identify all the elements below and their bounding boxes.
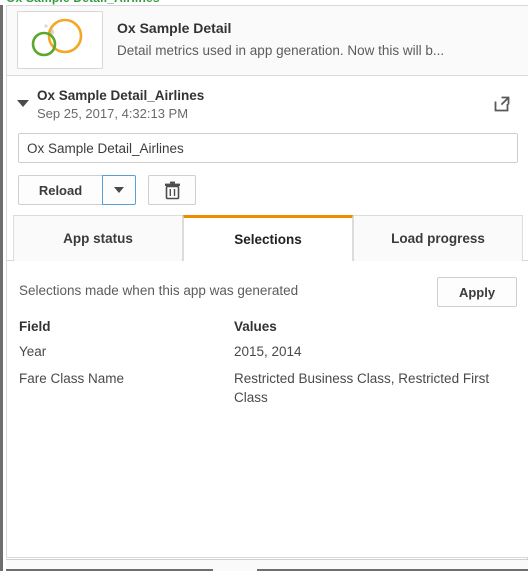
app-thumbnail	[17, 11, 103, 69]
task-timestamp: Sep 25, 2017, 4:32:13 PM	[37, 106, 189, 121]
task-meta: Ox Sample Detail_Airlines Sep 25, 2017, …	[37, 87, 489, 123]
app-meta: Ox Sample Detail Detail metrics used in …	[117, 19, 517, 61]
tab-selections-label: Selections	[234, 232, 302, 247]
row-field: Year	[19, 344, 47, 359]
app-name-field-wrap	[7, 129, 528, 163]
external-link-icon[interactable]	[489, 91, 515, 117]
task-row: Ox Sample Detail_Airlines Sep 25, 2017, …	[7, 76, 528, 129]
app-name-input[interactable]	[18, 133, 518, 163]
row-field: Fare Class Name	[19, 371, 125, 386]
reload-split-button: Reload	[18, 175, 136, 205]
row-values: 2015, 2014	[234, 344, 302, 359]
task-name: Ox Sample Detail_Airlines	[37, 88, 205, 103]
column-header-values: Values	[234, 319, 277, 334]
app-description: Detail metrics used in app generation. N…	[117, 43, 445, 58]
selections-note: Selections made when this app was genera…	[19, 283, 299, 298]
app-details-window: Ox Sample Detail Detail metrics used in …	[0, 5, 528, 571]
column-header-field: Field	[19, 319, 51, 334]
row-values: Restricted Business Class, Restricted Fi…	[234, 371, 490, 405]
action-button-row: Reload	[7, 163, 528, 215]
apply-button[interactable]: Apply	[437, 277, 517, 307]
delete-button[interactable]	[148, 175, 196, 205]
table-row: Fare Class Name Restricted Business Clas…	[19, 369, 517, 415]
tab-selections[interactable]: Selections	[183, 215, 353, 261]
app-title: Ox Sample Detail	[117, 20, 232, 36]
selections-tab-content: Selections made when this app was genera…	[7, 261, 528, 415]
selections-header: Selections made when this app was genera…	[19, 261, 517, 307]
reload-button[interactable]: Reload	[18, 175, 102, 205]
table-header-row: Field Values	[19, 319, 517, 342]
detail-tabs: App status Selections Load progress	[7, 215, 528, 261]
app-header: Ox Sample Detail Detail metrics used in …	[7, 6, 528, 76]
selections-table: Field Values Year 2015, 2014 Fare Class …	[19, 319, 517, 415]
app-details-panel: Ox Sample Detail Detail metrics used in …	[6, 5, 528, 558]
collapse-caret-icon[interactable]	[15, 96, 31, 112]
window-footer-strip	[6, 559, 528, 571]
table-row: Year 2015, 2014	[19, 342, 517, 369]
tab-load-progress[interactable]: Load progress	[353, 215, 523, 261]
tab-app-status-label: App status	[63, 231, 133, 246]
tab-app-status[interactable]: App status	[13, 215, 183, 261]
reload-dropdown-button[interactable]	[102, 175, 136, 205]
two-overlapping-circles-icon	[31, 18, 83, 57]
external-link-glyph	[494, 96, 510, 112]
footer-notch	[213, 569, 257, 571]
tab-load-progress-label: Load progress	[391, 231, 485, 246]
trash-icon	[164, 181, 180, 199]
